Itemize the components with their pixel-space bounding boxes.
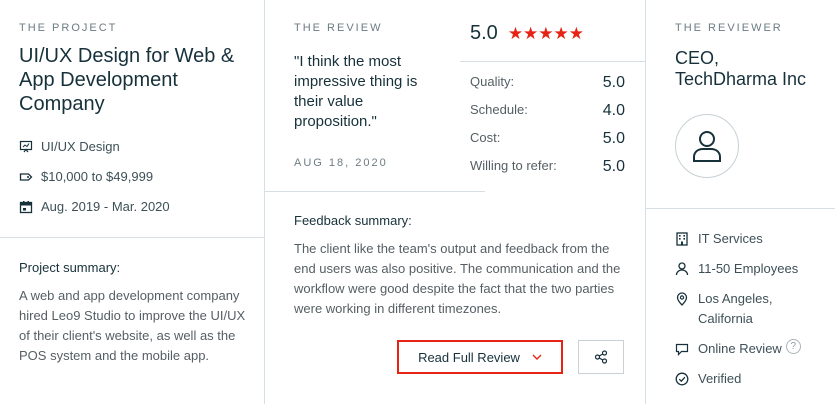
reviewer-size-label: 11-50 Employees <box>698 261 799 276</box>
project-service-label: UI/UX Design <box>41 139 120 154</box>
person-icon <box>675 262 689 276</box>
chevron-down-icon <box>532 354 542 360</box>
overall-rating-value: 5.0 <box>470 22 498 44</box>
project-dates: Aug. 2019 - Mar. 2020 <box>19 199 170 214</box>
project-dates-label: Aug. 2019 - Mar. 2020 <box>41 199 170 214</box>
score-label: Quality: <box>470 74 515 89</box>
score-label: Schedule: <box>470 102 528 117</box>
divider <box>460 61 645 62</box>
map-pin-icon <box>676 292 688 306</box>
reviewer-location: Los Angeles, California <box>675 289 795 329</box>
score-value: 5.0 <box>602 74 625 91</box>
read-full-review-label: Read Full Review <box>418 349 520 365</box>
review-eyebrow: THE REVIEW <box>294 22 383 34</box>
presentation-icon <box>19 140 33 152</box>
reviewer-industry-label: IT Services <box>698 231 763 246</box>
calendar-icon <box>19 200 33 213</box>
divider <box>0 237 265 238</box>
reviewer-verified-label: Verified <box>698 371 742 386</box>
reviewer-column: THE REVIEWER CEO, TechDharma Inc IT Serv… <box>646 0 835 404</box>
score-value: 5.0 <box>602 130 625 147</box>
rating-stars-icon: ★★★★★ <box>507 23 585 43</box>
project-title: UI/UX Design for Web & App Development C… <box>19 45 235 115</box>
feedback-summary-text: The client like the team's output and fe… <box>294 241 621 316</box>
review-column: THE REVIEW "I think the most impressive … <box>265 0 646 404</box>
score-value: 4.0 <box>602 102 625 119</box>
project-summary-text: A web and app development company hired … <box>19 288 246 363</box>
project-budget: $10,000 to $49,999 <box>19 169 153 184</box>
share-icon <box>594 350 608 364</box>
reviewer-verified: Verified <box>675 369 741 389</box>
feedback-summary-title: Feedback summary: <box>294 213 412 228</box>
chat-bubble-icon <box>675 343 689 356</box>
project-budget-label: $10,000 to $49,999 <box>41 169 154 184</box>
reviewer-location-label: Los Angeles, California <box>698 291 773 326</box>
overall-rating: 5.0 ★★★★★ <box>470 22 584 45</box>
reviewer-size: 11-50 Employees <box>675 259 798 279</box>
score-row-willing-to-refer: Willing to refer: 5.0 <box>470 158 625 176</box>
score-label: Willing to refer: <box>470 158 557 173</box>
divider <box>265 191 485 192</box>
help-icon[interactable]: ? <box>785 339 801 354</box>
reviewer-review-type: Online Review ? <box>675 339 801 359</box>
avatar <box>675 114 739 178</box>
project-column: THE PROJECT UI/UX Design for Web & App D… <box>0 0 265 404</box>
check-circle-icon <box>675 372 689 386</box>
project-service: UI/UX Design <box>19 139 120 154</box>
reviewer-review-type-label: Online Review <box>698 341 782 356</box>
building-icon <box>676 232 688 246</box>
score-row-quality: Quality: 5.0 <box>470 74 625 92</box>
project-eyebrow: THE PROJECT <box>19 22 118 34</box>
review-quote: "I think the most impressive thing is th… <box>294 53 418 130</box>
reviewer-industry: IT Services <box>675 229 763 249</box>
score-label: Cost: <box>470 130 501 145</box>
share-button[interactable] <box>578 340 624 374</box>
reviewer-eyebrow: THE REVIEWER <box>675 22 783 34</box>
read-full-review-button[interactable]: Read Full Review <box>397 340 563 374</box>
price-tag-icon <box>19 172 33 181</box>
reviewer-title: CEO, TechDharma Inc <box>675 48 807 89</box>
project-summary-title: Project summary: <box>19 260 121 275</box>
divider <box>646 208 835 209</box>
user-icon <box>693 131 721 162</box>
score-value: 5.0 <box>602 158 625 175</box>
score-row-schedule: Schedule: 4.0 <box>470 102 625 120</box>
review-date: AUG 18, 2020 <box>294 157 388 169</box>
score-row-cost: Cost: 5.0 <box>470 130 625 148</box>
